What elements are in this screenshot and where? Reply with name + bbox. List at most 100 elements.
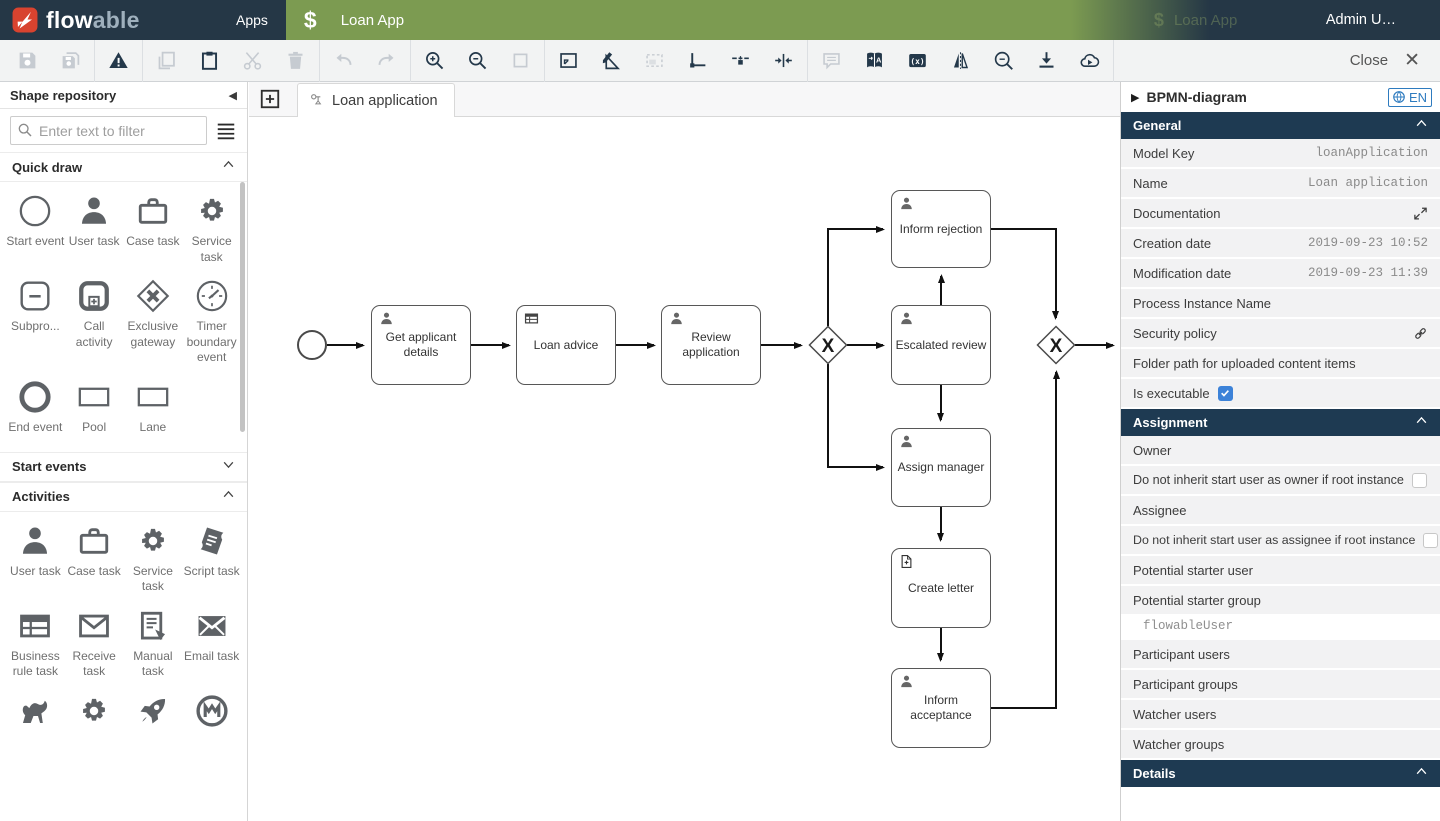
section-general[interactable]: General	[1121, 112, 1440, 139]
save-button[interactable]	[6, 41, 49, 81]
property-row-assignee[interactable]: Assignee	[1121, 496, 1440, 526]
expand-icon[interactable]	[1413, 206, 1428, 221]
task-get-applicant-details[interactable]: Get applicant details	[371, 305, 471, 385]
task-inform-acceptance[interactable]: Inform acceptance	[891, 668, 991, 748]
paste-button[interactable]	[188, 41, 231, 81]
shape-business-rule-task[interactable]: Business rule task	[6, 609, 65, 680]
property-row-security-policy[interactable]: Security policy	[1121, 319, 1440, 349]
shape-filter-input[interactable]	[10, 116, 207, 145]
shape-camel-task[interactable]	[6, 694, 65, 728]
copy-button[interactable]	[145, 41, 188, 81]
shape-script-task[interactable]: Script task	[182, 524, 241, 595]
sidebar-collapse-icon[interactable]: ◀	[229, 89, 237, 102]
comment-button[interactable]	[810, 41, 853, 81]
nav-apps-button[interactable]: Apps	[218, 0, 286, 40]
close-icon[interactable]: ✕	[1404, 49, 1420, 72]
task-create-letter[interactable]: Create letter	[891, 548, 991, 628]
zoom-search-button[interactable]	[982, 41, 1025, 81]
shape-lane[interactable]: Lane	[124, 380, 183, 436]
shape-timer-boundary-event[interactable]: Timer boundary event	[182, 279, 241, 366]
task-review-application[interactable]: Review application	[661, 305, 761, 385]
exclusive-gateway-2[interactable]: X	[1036, 325, 1076, 365]
task-inform-rejection[interactable]: Inform rejection	[891, 190, 991, 268]
list-view-icon[interactable]	[215, 119, 239, 143]
property-row-watcher-groups[interactable]: Watcher groups	[1121, 730, 1440, 760]
property-row-process-instance-name[interactable]: Process Instance Name	[1121, 289, 1440, 319]
add-bendpoint-button[interactable]	[676, 41, 719, 81]
caret-right-icon[interactable]: ▶	[1131, 91, 1139, 104]
property-row-name[interactable]: Name Loan application	[1121, 169, 1440, 199]
flowable-brand[interactable]: flowable	[0, 7, 218, 34]
property-row-no-inherit-owner[interactable]: Do not inherit start user as owner if ro…	[1121, 466, 1440, 496]
cut-button[interactable]	[231, 41, 274, 81]
task-escalated-review[interactable]: Escalated review	[891, 305, 991, 385]
validate-button[interactable]	[97, 41, 140, 81]
section-start-events[interactable]: Start events	[0, 452, 247, 482]
section-quick-draw[interactable]: Quick draw	[0, 152, 247, 182]
zoom-out-button[interactable]	[456, 41, 499, 81]
close-label[interactable]: Close	[1350, 52, 1388, 69]
shape-user-task[interactable]: User task	[6, 524, 65, 595]
shape-end-event[interactable]: End event	[6, 380, 65, 436]
user-menu[interactable]: Admin U…	[1326, 0, 1396, 40]
property-row-folder-path[interactable]: Folder path for uploaded content items	[1121, 349, 1440, 379]
property-row-modification-date[interactable]: Modification date 2019-09-23 11:39	[1121, 259, 1440, 289]
shape-case-task[interactable]: Case task	[124, 194, 183, 265]
tab-loan-application[interactable]: Loan application	[297, 83, 455, 117]
align-horizontal-button[interactable]	[719, 41, 762, 81]
shape-service-task[interactable]: Service task	[182, 194, 241, 265]
task-loan-advice[interactable]: Loan advice	[516, 305, 616, 385]
section-details[interactable]: Details	[1121, 760, 1440, 787]
shape-exclusive-gateway[interactable]: Exclusive gateway	[124, 279, 183, 366]
translate-button[interactable]	[853, 41, 896, 81]
property-row-owner[interactable]: Owner	[1121, 436, 1440, 466]
property-row-potential-starter-group[interactable]: Potential starter group flowableUser	[1121, 586, 1440, 640]
shape-call-activity[interactable]: Call activity	[65, 279, 124, 366]
checkbox-unchecked[interactable]	[1423, 533, 1438, 548]
property-row-potential-starter-user[interactable]: Potential starter user	[1121, 556, 1440, 586]
flip-button[interactable]	[939, 41, 982, 81]
bpmn-canvas[interactable]: Get applicant details Loan advice Review…	[249, 117, 1120, 821]
property-row-creation-date[interactable]: Creation date 2019-09-23 10:52	[1121, 229, 1440, 259]
shape-pool[interactable]: Pool	[65, 380, 124, 436]
deploy-button[interactable]	[1068, 41, 1111, 81]
shape-send-task[interactable]	[124, 694, 183, 728]
property-row-participant-groups[interactable]: Participant groups	[1121, 670, 1440, 700]
delete-button[interactable]	[274, 41, 317, 81]
expression-button[interactable]	[896, 41, 939, 81]
redo-button[interactable]	[365, 41, 408, 81]
add-tab-icon[interactable]	[259, 88, 281, 110]
section-assignment[interactable]: Assignment	[1121, 409, 1440, 436]
start-event-node[interactable]	[297, 330, 327, 360]
property-row-model-key[interactable]: Model Key loanApplication	[1121, 139, 1440, 169]
download-button[interactable]	[1025, 41, 1068, 81]
zoom-actual-button[interactable]	[499, 41, 542, 81]
checkbox-unchecked[interactable]	[1412, 473, 1427, 488]
shape-manual-task[interactable]: Manual task	[124, 609, 183, 680]
shape-receive-task[interactable]: Receive task	[65, 609, 124, 680]
shape-subprocess[interactable]: Subpro...	[6, 279, 65, 366]
shape-mule-task[interactable]	[182, 694, 241, 728]
sidebar-scrollbar[interactable]	[240, 182, 245, 432]
section-activities[interactable]: Activities	[0, 482, 247, 512]
faded-app-switcher[interactable]: $ Loan App	[1154, 0, 1237, 40]
link-icon[interactable]	[1413, 326, 1428, 341]
property-row-no-inherit-assignee[interactable]: Do not inherit start user as assignee if…	[1121, 526, 1440, 556]
draw-shape-button[interactable]	[590, 41, 633, 81]
shape-shell-task[interactable]	[65, 694, 124, 728]
shape-service-task[interactable]: Service task	[124, 524, 183, 595]
checkbox-checked[interactable]	[1218, 386, 1233, 401]
property-row-documentation[interactable]: Documentation	[1121, 199, 1440, 229]
multi-select-button[interactable]	[633, 41, 676, 81]
exclusive-gateway-1[interactable]: X	[808, 325, 848, 365]
property-row-is-executable[interactable]: Is executable	[1121, 379, 1440, 409]
shape-user-task[interactable]: User task	[65, 194, 124, 265]
shape-case-task[interactable]: Case task	[65, 524, 124, 595]
shape-start-event[interactable]: Start event	[6, 194, 65, 265]
property-row-watcher-users[interactable]: Watcher users	[1121, 700, 1440, 730]
zoom-in-button[interactable]	[413, 41, 456, 81]
undo-button[interactable]	[322, 41, 365, 81]
zoom-fit-button[interactable]	[547, 41, 590, 81]
shape-email-task[interactable]: Email task	[182, 609, 241, 680]
save-as-button[interactable]	[49, 41, 92, 81]
